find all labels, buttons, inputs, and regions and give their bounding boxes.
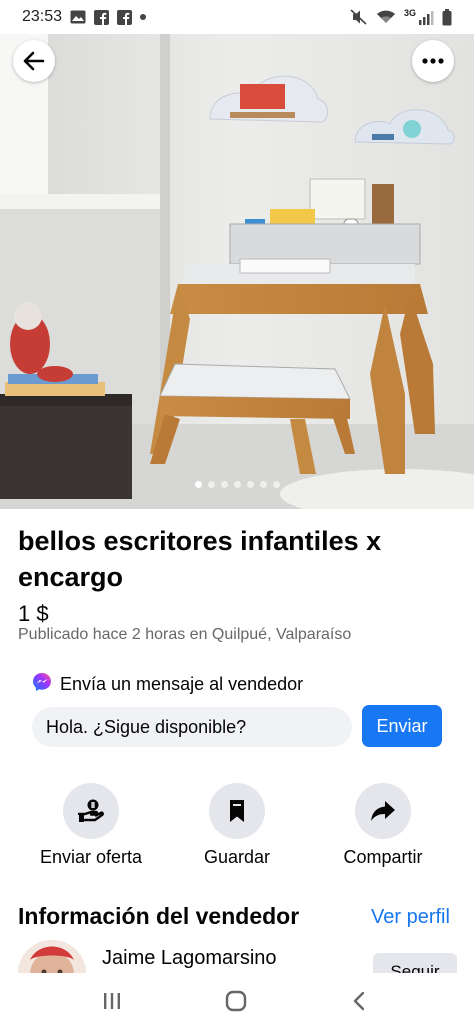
recent-apps-button[interactable] [98, 987, 126, 1015]
system-back-button[interactable] [345, 987, 373, 1015]
chevron-left-icon [353, 991, 365, 1011]
status-time: 23:53 [22, 8, 63, 25]
message-heading: Envía un mensaje al vendedor [32, 672, 303, 697]
message-input[interactable]: Hola. ¿Sigue disponible? [32, 707, 352, 747]
listing-posted-info: Publicado hace 2 horas en Quilpué, Valpa… [18, 626, 352, 643]
wifi-icon [376, 9, 396, 25]
share-button[interactable]: Compartir [313, 783, 453, 868]
network-label: 3G [403, 8, 416, 18]
view-profile-link[interactable]: Ver perfil [371, 906, 450, 929]
home-button[interactable] [222, 987, 250, 1015]
listing-price: 1 $ [18, 601, 49, 626]
seller-section-title: Información del vendedor [18, 903, 300, 929]
carousel-indicator [0, 481, 474, 488]
product-image-carousel[interactable] [0, 34, 474, 509]
facebook-icon [94, 9, 110, 25]
message-heading-label: Envía un mensaje al vendedor [60, 674, 304, 694]
product-photo [0, 34, 474, 509]
carousel-dot[interactable] [233, 481, 241, 488]
save-label: Guardar [203, 847, 271, 867]
battery-icon [442, 8, 452, 26]
make-offer-button[interactable]: Enviar oferta [21, 783, 161, 868]
recent-apps-icon [104, 993, 120, 1009]
facebook-icon [117, 9, 133, 25]
seller-name[interactable]: Jaime Lagomarsino [102, 947, 277, 970]
carousel-dot[interactable] [207, 481, 215, 488]
carousel-dot[interactable] [272, 481, 280, 488]
listing-actions: Enviar oferta Guardar Compartir [0, 783, 474, 873]
mute-icon [350, 9, 368, 25]
dot-icon [140, 14, 147, 20]
system-navigation-bar [0, 973, 474, 1027]
more-dots-icon [422, 58, 444, 64]
signal-icon [418, 10, 434, 25]
share-icon [355, 783, 411, 839]
carousel-dot[interactable] [194, 481, 202, 488]
carousel-dot[interactable] [220, 481, 228, 488]
back-button[interactable] [13, 40, 55, 82]
more-options-button[interactable] [412, 40, 454, 82]
make-offer-label: Enviar oferta [39, 847, 143, 867]
back-arrow-icon [23, 51, 45, 71]
make-offer-icon [63, 783, 119, 839]
message-seller-card: Envía un mensaje al vendedor Hola. ¿Sigu… [18, 660, 458, 760]
save-button[interactable]: Guardar [167, 783, 307, 868]
home-icon [225, 990, 247, 1012]
status-bar: 23:53 3G [0, 0, 474, 34]
send-message-button[interactable]: Enviar [362, 705, 442, 747]
bookmark-icon [209, 783, 265, 839]
listing-title: bellos escritores infantiles x encargo [18, 526, 382, 592]
carousel-dot[interactable] [259, 481, 267, 488]
messenger-icon [32, 672, 52, 697]
message-input-value: Hola. ¿Sigue disponible? [46, 716, 247, 737]
carousel-dot[interactable] [246, 481, 254, 488]
gallery-icon [70, 10, 86, 24]
share-label: Compartir [343, 847, 423, 867]
